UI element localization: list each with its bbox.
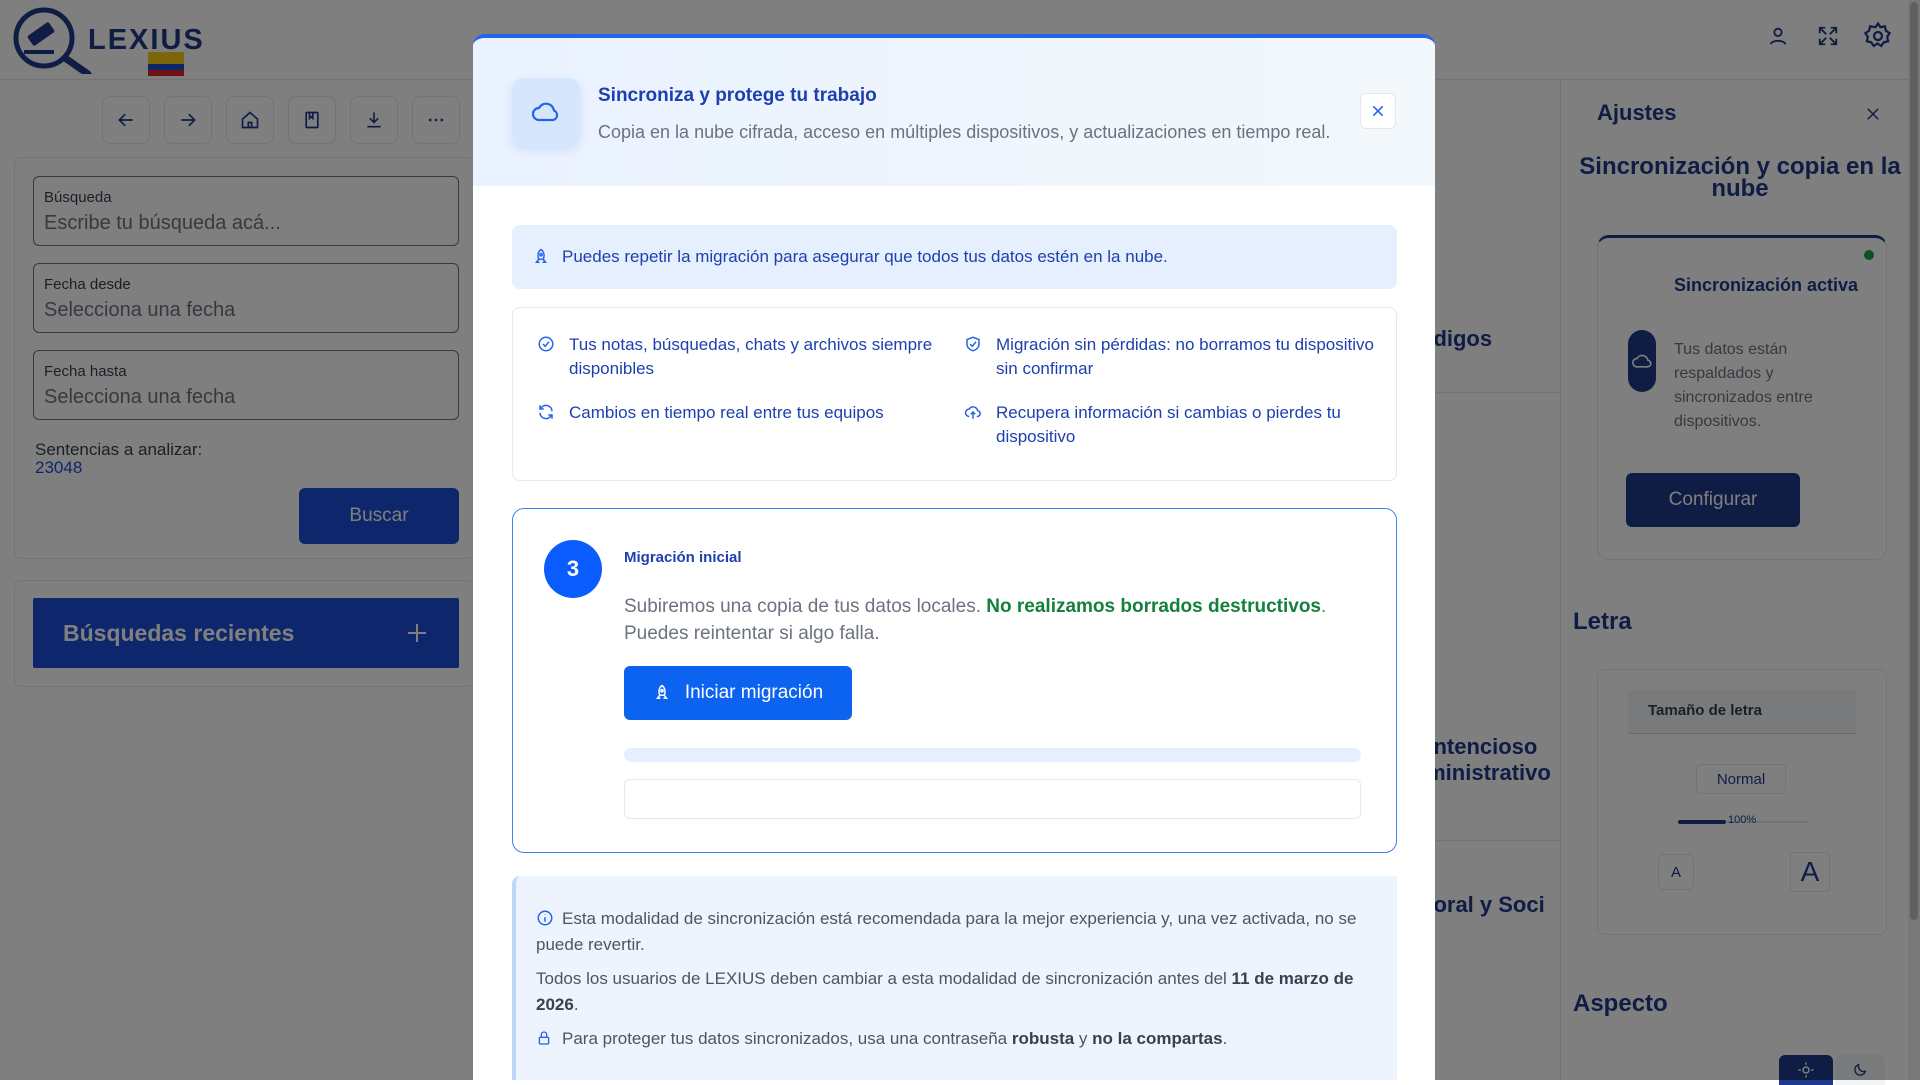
info-deadline-text: Todos los usuarios de LEXIUS deben cambi… — [536, 969, 1227, 988]
modal-title: Sincroniza y protege tu trabajo — [598, 85, 877, 106]
modal-header: Sincroniza y protege tu trabajo Copia en… — [473, 38, 1435, 186]
refresh-icon — [539, 404, 553, 420]
info-password-bold-1: robusta — [1011, 1029, 1075, 1048]
shield-check-icon — [966, 336, 980, 352]
modal-close-button[interactable] — [1360, 93, 1396, 129]
step-desc-retry: Puedes reintentar si algo falla. — [624, 623, 880, 644]
start-migration-label: Iniciar migración — [684, 682, 824, 703]
info-password-mid: y — [1078, 1029, 1088, 1048]
rocket-icon — [535, 248, 547, 263]
feature-text: Recupera información si cambias o pierde… — [996, 403, 1341, 446]
rocket-icon — [655, 684, 668, 699]
step-desc-period: . — [1321, 596, 1327, 617]
feature-item: Recupera información si cambias o pierde… — [964, 401, 1384, 449]
feature-item: Cambios en tiempo real entre tus equipos — [537, 401, 957, 425]
info-recommendation-text: Esta modalidad de sincronización está re… — [536, 909, 1357, 954]
modal-subtitle: Copia en la nube cifrada, acceso en múlt… — [598, 122, 1331, 142]
features-list: Tus notas, búsquedas, chats y archivos s… — [512, 307, 1397, 481]
info-password-period: . — [1222, 1029, 1228, 1048]
migration-log-box — [624, 779, 1361, 819]
start-migration-button[interactable]: Iniciar migración — [624, 666, 852, 720]
migration-tip-text: Puedes repetir la migración para asegura… — [562, 247, 1168, 266]
feature-item: Tus notas, búsquedas, chats y archivos s… — [537, 333, 957, 381]
migration-progress-bar — [624, 748, 1361, 762]
info-icon — [537, 910, 553, 926]
step-desc-text: Subiremos una copia de tus datos locales… — [624, 596, 981, 617]
info-password-bold-2: no la compartas — [1092, 1029, 1223, 1048]
step-title: Migración inicial — [624, 549, 742, 566]
info-password: Para proteger tus datos sincronizados, u… — [536, 1026, 1376, 1052]
sync-migration-modal: Sincroniza y protege tu trabajo Copia en… — [473, 34, 1435, 1080]
migration-step-card: 3 Migración inicial Subiremos una copia … — [512, 508, 1397, 853]
info-deadline: Todos los usuarios de LEXIUS deben cambi… — [536, 966, 1376, 1018]
step-number-badge: 3 — [544, 540, 602, 598]
feature-text: Cambios en tiempo real entre tus equipos — [569, 403, 884, 422]
cloud-upload-icon — [964, 406, 981, 419]
info-deadline-period: . — [573, 995, 579, 1014]
cloud-icon — [512, 78, 580, 146]
info-notice: Esta modalidad de sincronización está re… — [512, 876, 1397, 1080]
check-circle-icon — [538, 336, 554, 352]
step-desc-highlight: No realizamos borrados destructivos — [986, 596, 1321, 617]
feature-text: Migración sin pérdidas: no borramos tu d… — [996, 335, 1374, 378]
migration-tip: Puedes repetir la migración para asegura… — [512, 225, 1397, 289]
info-recommendation: Esta modalidad de sincronización está re… — [536, 906, 1376, 958]
close-icon — [1372, 105, 1384, 117]
feature-item: Migración sin pérdidas: no borramos tu d… — [964, 333, 1384, 381]
feature-text: Tus notas, búsquedas, chats y archivos s… — [569, 335, 933, 378]
lock-icon — [538, 1031, 550, 1045]
info-password-text: Para proteger tus datos sincronizados, u… — [562, 1029, 1008, 1048]
step-description: Subiremos una copia de tus datos locales… — [624, 593, 1364, 647]
